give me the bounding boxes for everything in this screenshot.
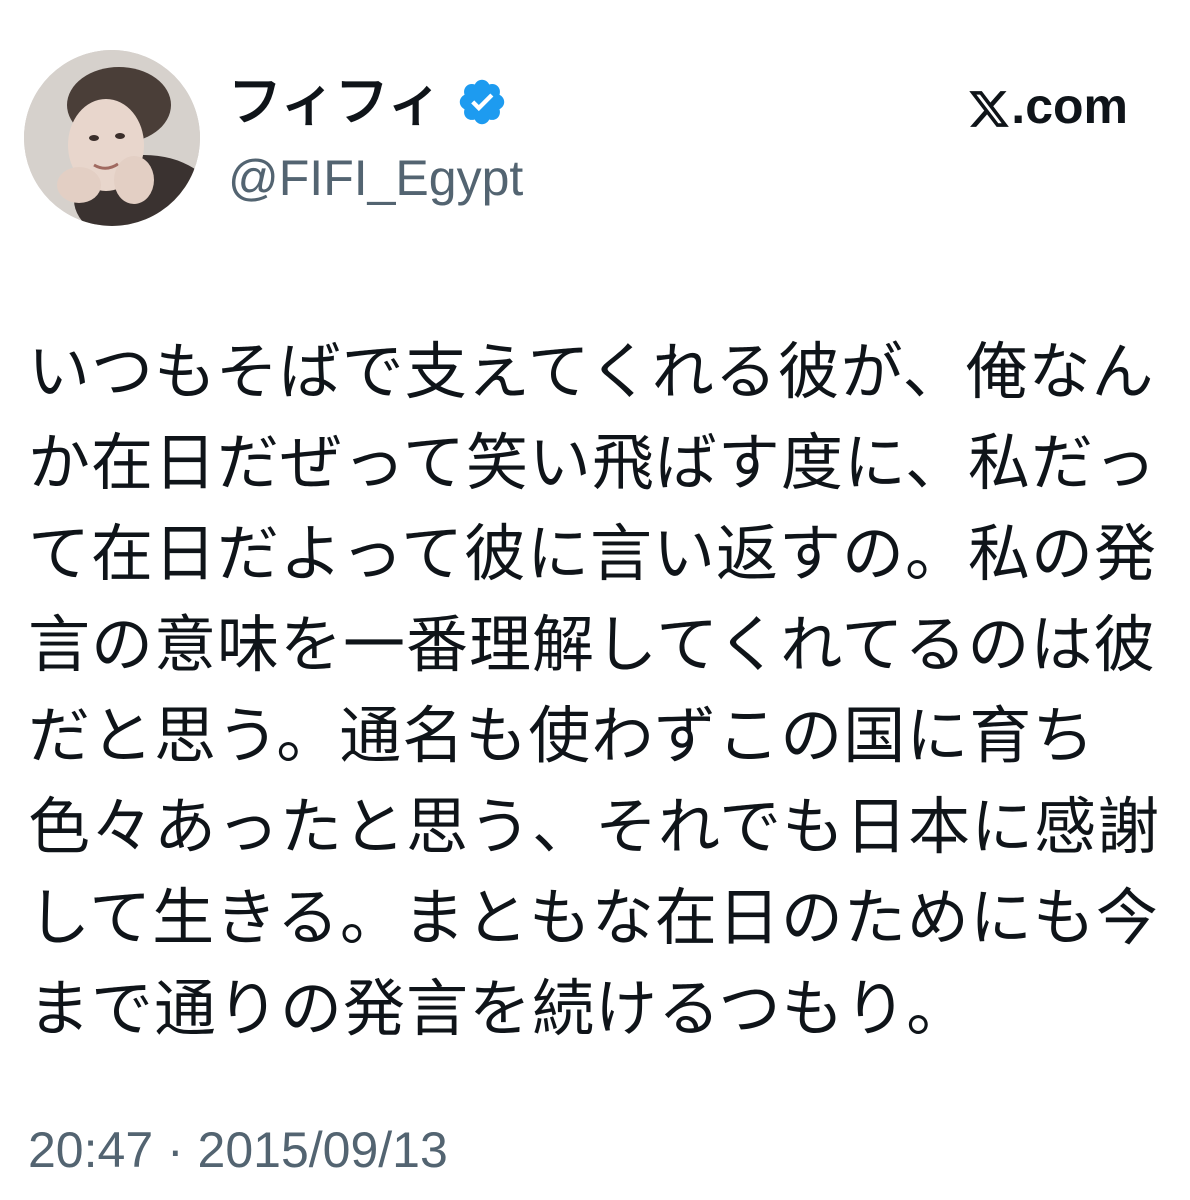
x-logo-icon [967,84,1011,128]
site-label[interactable]: .com [967,76,1128,136]
display-name-text: フィフィ [228,70,442,133]
user-handle[interactable]: @FIFI_Egypt [228,148,523,208]
verified-badge-icon [456,76,508,128]
tweet-text-line: いつもそばで支えてくれる彼が、俺なん [28,335,1155,408]
site-domain: .com [1011,78,1128,134]
tweet-timestamp[interactable]: 20:47 · 2015/09/13 [28,1120,448,1180]
tweet-text-line: 色々あったと思う、それでも日本に感謝 [28,790,1161,863]
tweet-text-line: て在日だよって彼に言い返すの。私の発 [28,517,1158,590]
avatar[interactable] [24,50,200,226]
avatar-image [24,50,200,226]
display-name[interactable]: フィフィ [228,70,508,134]
tweet-text-line: して生きる。まともな在日のためにも今 [28,881,1159,954]
tweet-text: いつもそばで支えてくれる彼が、俺なん か在日だぜって笑い飛ばす度に、私だっ て在… [28,326,1161,1054]
tweet-text-line: 言の意味を一番理解してくれてるのは彼 [28,608,1157,681]
tweet-text-line: だと思う。通名も使わずこの国に育ち [28,699,1096,772]
tweet-text-line: か在日だぜって笑い飛ばす度に、私だっ [28,426,1158,499]
tweet-text-line: まで通りの発言を続けるつもり。 [28,972,970,1045]
